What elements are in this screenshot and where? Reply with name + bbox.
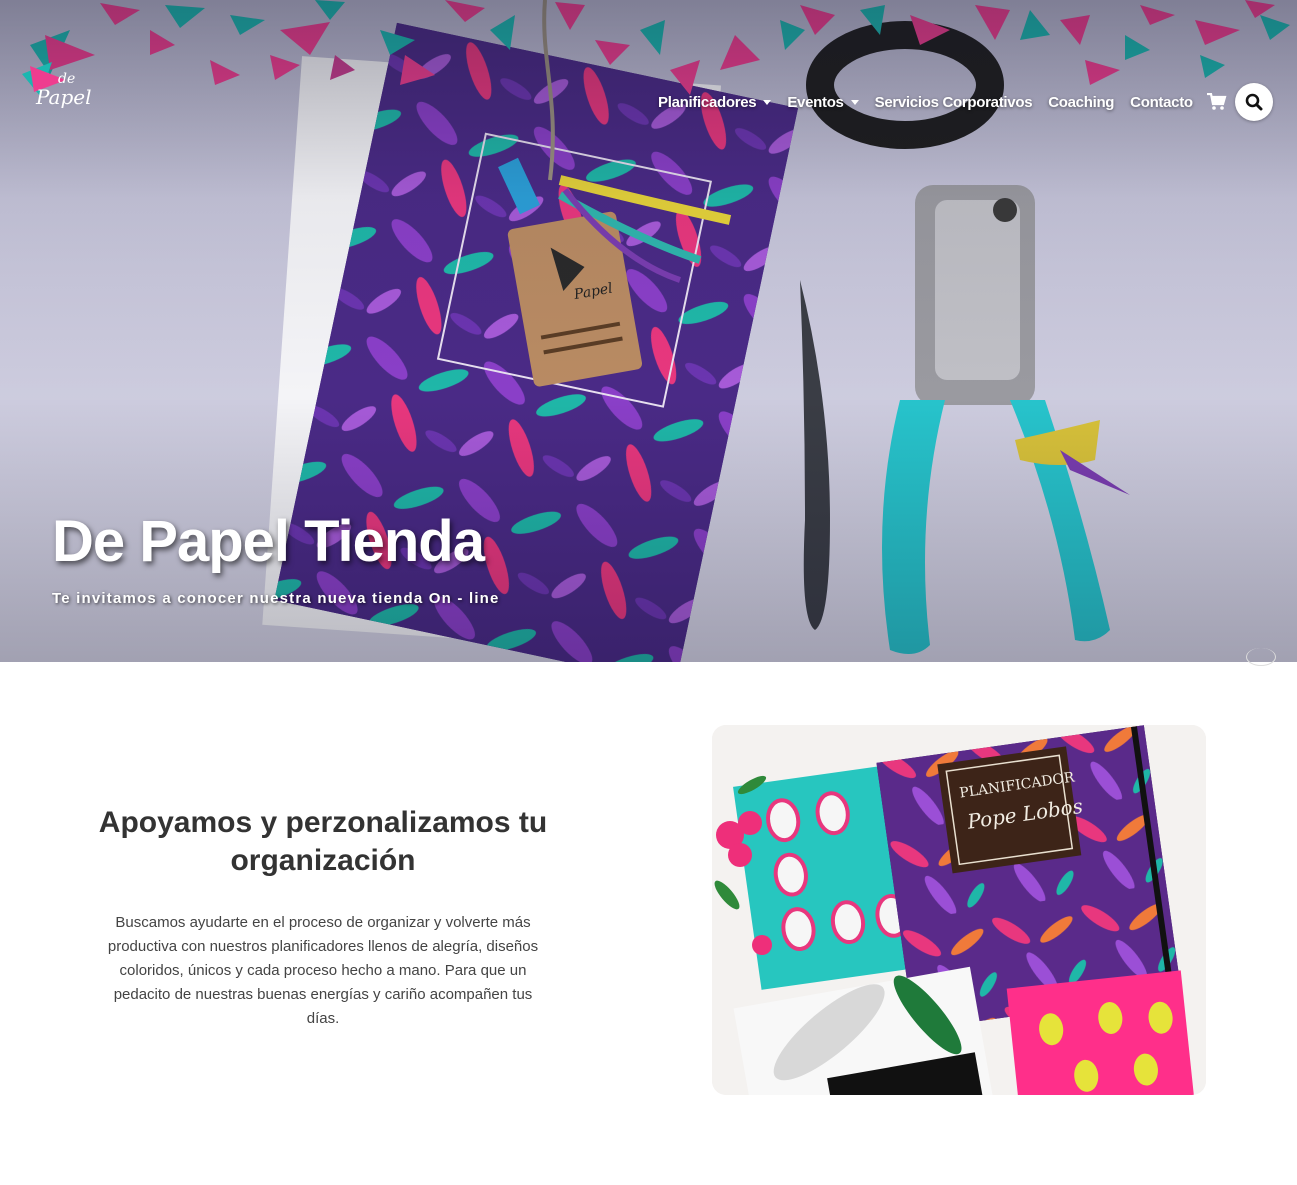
- planners-photo: PLANIFICADOR Pope Lobos: [712, 725, 1206, 1095]
- shopping-cart-icon[interactable]: [1206, 93, 1227, 111]
- nav-eventos-label: Eventos: [787, 93, 844, 111]
- nav-coaching[interactable]: Coaching: [1048, 94, 1114, 111]
- nav-contacto[interactable]: Contacto: [1130, 94, 1193, 111]
- hero-title: De Papel Tienda: [52, 509, 485, 574]
- logo-text: de Papel: [36, 70, 92, 109]
- nav-planificadores-label: Planificadores: [658, 93, 757, 111]
- chevron-down-icon: [850, 99, 859, 105]
- main-navigation: Planificadores Eventos Servicios Corpora…: [658, 83, 1273, 121]
- logo-text-bottom: Papel: [36, 85, 92, 109]
- nav-planificadores[interactable]: Planificadores: [658, 93, 772, 111]
- hero-subtitle: Te invitamos a conocer nuestra nueva tie…: [52, 590, 500, 607]
- search-button[interactable]: [1234, 83, 1273, 121]
- about-title: Apoyamos y perzonalizamos tu organizació…: [98, 806, 548, 877]
- nav-eventos[interactable]: Eventos: [787, 93, 859, 111]
- nav-servicios-corporativos[interactable]: Servicios Corporativos: [875, 94, 1033, 111]
- scroll-indicator[interactable]: [1246, 648, 1276, 666]
- chevron-down-icon: [763, 99, 772, 105]
- search-icon: [1245, 93, 1263, 111]
- about-text: Buscamos ayudarte en el proceso de organ…: [107, 914, 539, 1027]
- hero-banner: Papel: [0, 0, 1297, 662]
- planners-illustration: PLANIFICADOR Pope Lobos: [712, 725, 1206, 1095]
